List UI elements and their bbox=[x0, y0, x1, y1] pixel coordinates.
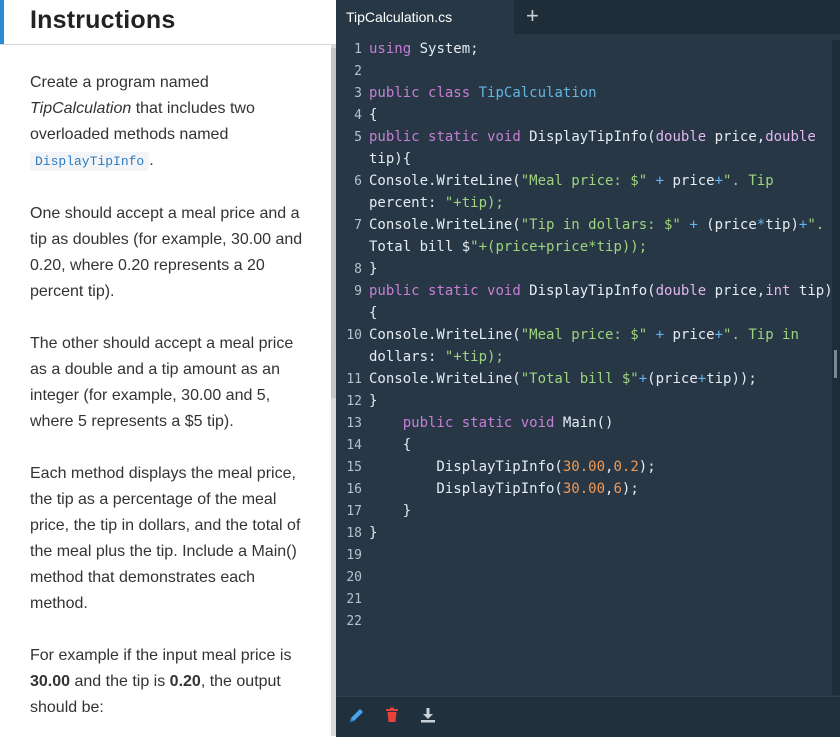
add-file-button[interactable]: + bbox=[526, 3, 539, 29]
line-number: 21 bbox=[346, 592, 362, 607]
line-number: 10 bbox=[346, 328, 362, 343]
line-number: 14 bbox=[346, 438, 362, 453]
line-number: 1 bbox=[354, 42, 362, 57]
text: and the tip is bbox=[70, 673, 170, 690]
bold-tip: 0.20 bbox=[169, 673, 201, 690]
code-line: } bbox=[369, 393, 378, 409]
line-number: 8 bbox=[354, 262, 362, 277]
line-number: 12 bbox=[346, 394, 362, 409]
line-number: 3 bbox=[354, 86, 362, 101]
line-number: 15 bbox=[346, 460, 362, 475]
line-number: 4 bbox=[354, 108, 362, 123]
code-line: public class TipCalculation bbox=[369, 85, 597, 101]
text: Create a program named bbox=[30, 74, 209, 91]
class-name-emphasis: TipCalculation bbox=[30, 100, 132, 117]
text: . bbox=[149, 152, 154, 169]
instructions-panel: Instructions Create a program named TipC… bbox=[0, 0, 331, 736]
line-number: 2 bbox=[354, 64, 362, 79]
line-number: 7 bbox=[354, 218, 362, 233]
line-number: 20 bbox=[346, 570, 362, 585]
paragraph-5: For example if the input meal price is 3… bbox=[30, 643, 305, 721]
editor-toolbar bbox=[336, 696, 840, 737]
paragraph-4: Each method displays the meal price, the… bbox=[30, 465, 301, 612]
instructions-content: Create a program named TipCalculation th… bbox=[30, 56, 305, 721]
code-line: public static void Main() bbox=[402, 415, 614, 431]
line-number: 11 bbox=[346, 372, 362, 387]
download-icon[interactable] bbox=[419, 706, 437, 724]
code-line: DisplayTipInfo(30.00,0.2); bbox=[369, 459, 656, 475]
text: For example if the input meal price is bbox=[30, 647, 292, 664]
code-line: public static void DisplayTipInfo(double… bbox=[369, 129, 816, 145]
paragraph-1: Create a program named TipCalculation th… bbox=[30, 70, 305, 175]
paragraph-2: One should accept a meal price and a tip… bbox=[30, 205, 303, 300]
code-line: Total bill $"+(price+price*tip)); bbox=[369, 239, 648, 255]
code-line: } bbox=[369, 261, 378, 277]
line-number: 5 bbox=[354, 130, 362, 145]
editor-scrollbar-thumb[interactable] bbox=[834, 350, 837, 378]
line-number: 16 bbox=[346, 482, 362, 497]
code-line: { bbox=[369, 107, 378, 123]
pencil-icon[interactable] bbox=[348, 706, 366, 724]
code-line: using System; bbox=[369, 41, 479, 57]
line-number: 19 bbox=[346, 548, 362, 563]
line-number: 13 bbox=[346, 416, 362, 431]
code-line: { bbox=[369, 437, 412, 453]
line-number: 6 bbox=[354, 174, 362, 189]
paragraph-3: The other should accept a meal price as … bbox=[30, 335, 294, 430]
trash-icon[interactable] bbox=[383, 706, 401, 724]
code-line: Console.WriteLine("Tip in dollars: $" + … bbox=[369, 217, 825, 233]
code-line: { bbox=[369, 305, 378, 321]
bold-price: 30.00 bbox=[30, 673, 71, 690]
code-line: Console.WriteLine("Total bill $"+(price+… bbox=[369, 371, 757, 387]
line-number: 9 bbox=[354, 284, 362, 299]
code-line: Console.WriteLine("Meal price: $" + pric… bbox=[369, 327, 799, 343]
line-number: 17 bbox=[346, 504, 362, 519]
code-line: DisplayTipInfo(30.00,6); bbox=[369, 481, 639, 497]
code-line: } bbox=[369, 503, 412, 519]
tab-label: TipCalculation.cs bbox=[346, 9, 453, 25]
method-name-code: DisplayTipInfo bbox=[30, 152, 150, 171]
code-line: percent: "+tip); bbox=[369, 195, 504, 211]
code-line: tip){ bbox=[369, 151, 412, 167]
code-line: public static void DisplayTipInfo(double… bbox=[369, 283, 833, 299]
code-line: dollars: "+tip); bbox=[369, 349, 504, 365]
code-line: } bbox=[369, 525, 378, 541]
header-accent-bar bbox=[0, 0, 4, 44]
tab-tipcalculation[interactable]: TipCalculation.cs bbox=[336, 0, 514, 34]
code-editor: TipCalculation.cs + 1 2 3 4 5 6 7 8 9 10… bbox=[336, 0, 840, 737]
code-line: Console.WriteLine("Meal price: $" + pric… bbox=[369, 173, 774, 189]
line-number: 22 bbox=[346, 614, 362, 629]
instructions-title: Instructions bbox=[30, 6, 176, 34]
line-number: 18 bbox=[346, 526, 362, 541]
